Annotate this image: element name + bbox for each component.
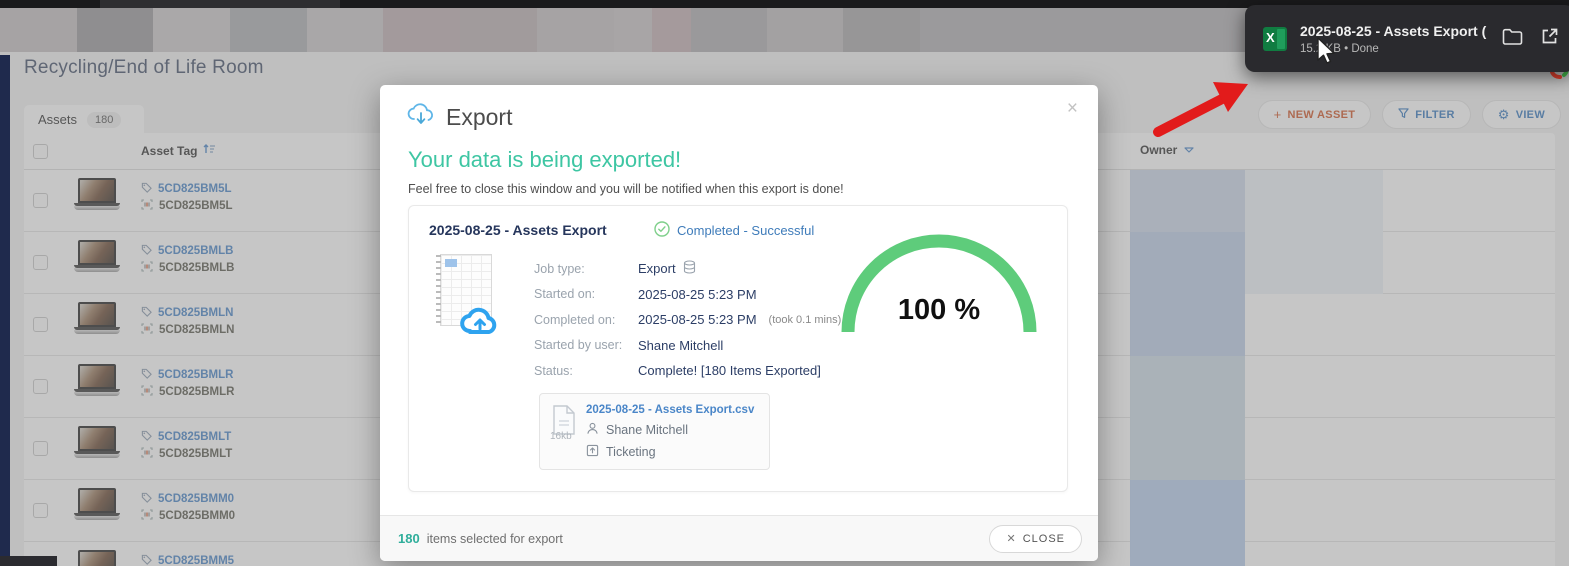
user-icon <box>586 422 599 438</box>
file-icon: 16kb <box>552 405 582 440</box>
annotation-arrow <box>1150 70 1260 140</box>
modal-footer: 180 items selected for export ✕ CLOSE <box>380 515 1098 561</box>
browser-active-tab <box>100 0 340 8</box>
export-job-card: 2025-08-25 - Assets Export Completed - S… <box>408 205 1068 492</box>
file-owner: Shane Mitchell <box>606 423 688 437</box>
selected-count: 180 <box>398 531 420 546</box>
database-icon <box>683 260 696 277</box>
close-button[interactable]: ✕ CLOSE <box>989 525 1082 553</box>
job-status-badge: Completed - Successful <box>654 221 814 240</box>
field-value: Complete! [180 Items Exported] <box>638 363 821 378</box>
progress-percent: 100 % <box>839 294 1039 327</box>
selected-text: items selected for export <box>427 532 563 546</box>
field-label: Completed on: <box>534 313 638 327</box>
modal-title: Export <box>446 104 512 131</box>
collapsed-sidebar[interactable] <box>0 55 10 566</box>
cloud-export-icon <box>406 102 436 133</box>
spreadsheet-export-icon <box>434 254 496 334</box>
export-heading: Your data is being exported! <box>408 147 1098 173</box>
download-toast[interactable]: X 2025-08-25 - Assets Export ( 15.2 KB •… <box>1245 5 1569 72</box>
export-subtext: Feel free to close this window and you w… <box>408 182 1098 196</box>
file-name-link[interactable]: 2025-08-25 - Assets Export.csv <box>586 404 759 416</box>
file-app: Ticketing <box>606 445 656 459</box>
field-label: Status: <box>534 364 638 378</box>
field-value: Export <box>638 261 676 276</box>
mouse-cursor <box>1314 36 1336 66</box>
excel-file-icon: X <box>1263 27 1287 51</box>
show-in-folder-icon[interactable] <box>1502 28 1523 50</box>
x-icon: ✕ <box>1006 532 1016 545</box>
sidebar-footer <box>0 556 57 566</box>
check-circle-icon <box>654 221 670 240</box>
field-value: Shane Mitchell <box>638 338 723 353</box>
job-fields: Job type: Export Started on: 2025-08-25 … <box>534 256 841 384</box>
file-size: 16kb <box>550 431 572 442</box>
field-value: 2025-08-25 5:23 PM <box>638 312 757 327</box>
field-value: 2025-08-25 5:23 PM <box>638 287 757 302</box>
close-icon[interactable]: × <box>1067 99 1078 118</box>
job-name: 2025-08-25 - Assets Export <box>429 222 607 238</box>
app-icon <box>586 444 599 460</box>
field-label: Job type: <box>534 262 638 276</box>
export-modal: Export × Your data is being exported! Fe… <box>380 85 1098 561</box>
duration-note: (took 0.1 mins) <box>769 314 842 326</box>
progress-gauge: 100 % <box>839 228 1039 340</box>
export-file-chip[interactable]: 16kb 2025-08-25 - Assets Export.csv Shan… <box>539 393 770 470</box>
field-label: Started by user: <box>534 338 638 352</box>
open-in-new-icon[interactable] <box>1540 27 1559 51</box>
screen: Recycling/End of Life Room + NEW ASSET F… <box>0 0 1569 566</box>
field-label: Started on: <box>534 287 638 301</box>
